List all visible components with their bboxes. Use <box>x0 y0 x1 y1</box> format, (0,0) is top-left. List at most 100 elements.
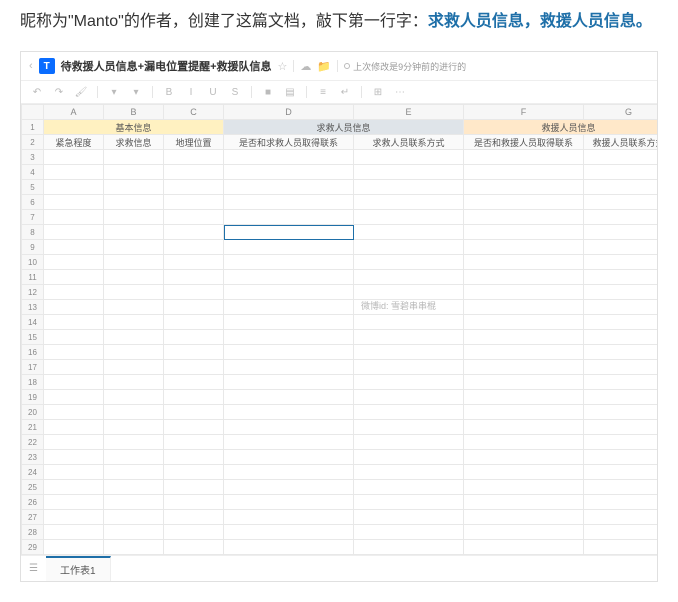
row-header[interactable]: 20 <box>22 405 44 420</box>
cell[interactable] <box>354 360 464 375</box>
cell[interactable] <box>164 285 224 300</box>
cell[interactable] <box>164 315 224 330</box>
chevron-left-icon[interactable]: ‹ <box>29 60 33 72</box>
cell[interactable] <box>584 495 658 510</box>
cell[interactable] <box>164 240 224 255</box>
cell[interactable] <box>464 510 584 525</box>
cell[interactable] <box>104 465 164 480</box>
more-button[interactable]: ⋯ <box>394 86 406 98</box>
cell-header[interactable]: 救援人员联系方式 <box>584 135 658 150</box>
col-header[interactable]: C <box>164 105 224 120</box>
cell[interactable] <box>224 360 354 375</box>
cell[interactable] <box>224 345 354 360</box>
redo-button[interactable]: ↷ <box>53 86 65 98</box>
row-header[interactable]: 25 <box>22 480 44 495</box>
row-header[interactable]: 14 <box>22 315 44 330</box>
cell[interactable] <box>104 525 164 540</box>
strike-button[interactable]: S <box>229 86 241 98</box>
cell[interactable] <box>164 210 224 225</box>
cell[interactable] <box>104 390 164 405</box>
cell[interactable] <box>104 255 164 270</box>
cell[interactable] <box>354 240 464 255</box>
cell[interactable] <box>464 180 584 195</box>
fill-color-button[interactable]: ■ <box>262 86 274 98</box>
cell[interactable] <box>464 375 584 390</box>
cell[interactable] <box>44 240 104 255</box>
cell[interactable] <box>224 270 354 285</box>
cell[interactable] <box>224 300 354 315</box>
cell[interactable] <box>584 270 658 285</box>
cell[interactable] <box>354 525 464 540</box>
cell[interactable] <box>44 285 104 300</box>
cell[interactable] <box>164 510 224 525</box>
row-header[interactable]: 27 <box>22 510 44 525</box>
cell[interactable] <box>584 225 658 240</box>
cell[interactable] <box>464 465 584 480</box>
cell[interactable] <box>44 375 104 390</box>
row-header[interactable]: 21 <box>22 420 44 435</box>
cell[interactable] <box>354 225 464 240</box>
star-icon[interactable]: ☆ <box>278 60 288 73</box>
cell[interactable] <box>584 375 658 390</box>
group-header-basic[interactable]: 基本信息 <box>44 120 224 135</box>
cell[interactable] <box>164 195 224 210</box>
cell[interactable] <box>464 525 584 540</box>
cell[interactable] <box>104 435 164 450</box>
col-header[interactable]: A <box>44 105 104 120</box>
cell[interactable] <box>584 435 658 450</box>
cell[interactable] <box>584 480 658 495</box>
row-header[interactable]: 29 <box>22 540 44 555</box>
cell[interactable] <box>354 495 464 510</box>
cell[interactable] <box>464 270 584 285</box>
row-header[interactable]: 5 <box>22 180 44 195</box>
row-header[interactable]: 8 <box>22 225 44 240</box>
cell[interactable] <box>44 150 104 165</box>
cell[interactable] <box>44 225 104 240</box>
cell[interactable] <box>584 420 658 435</box>
cell[interactable] <box>464 210 584 225</box>
cell[interactable] <box>224 390 354 405</box>
cell-header[interactable]: 地理位置 <box>164 135 224 150</box>
cell[interactable] <box>224 540 354 555</box>
cell[interactable] <box>584 195 658 210</box>
font-dropdown[interactable]: ▾ <box>108 86 120 98</box>
cell[interactable] <box>164 270 224 285</box>
cell[interactable] <box>464 540 584 555</box>
cell[interactable] <box>354 390 464 405</box>
row-header[interactable]: 16 <box>22 345 44 360</box>
cell[interactable] <box>164 465 224 480</box>
cell[interactable] <box>464 480 584 495</box>
cell[interactable] <box>354 465 464 480</box>
cell[interactable] <box>464 300 584 315</box>
row-header[interactable]: 17 <box>22 360 44 375</box>
col-header[interactable]: B <box>104 105 164 120</box>
row-header[interactable]: 1 <box>22 120 44 135</box>
cell[interactable] <box>44 165 104 180</box>
cell[interactable] <box>104 375 164 390</box>
cell[interactable] <box>44 195 104 210</box>
cell[interactable] <box>354 195 464 210</box>
cell[interactable] <box>44 450 104 465</box>
cell[interactable] <box>584 150 658 165</box>
cell[interactable] <box>464 315 584 330</box>
cell[interactable] <box>104 345 164 360</box>
cell[interactable] <box>104 240 164 255</box>
cell[interactable] <box>164 480 224 495</box>
cell[interactable] <box>104 165 164 180</box>
cell[interactable] <box>104 195 164 210</box>
cell[interactable] <box>464 240 584 255</box>
row-header[interactable]: 6 <box>22 195 44 210</box>
cell[interactable] <box>354 510 464 525</box>
borders-button[interactable]: ▤ <box>284 86 296 98</box>
cell[interactable] <box>164 420 224 435</box>
cell[interactable] <box>354 330 464 345</box>
cell[interactable] <box>44 495 104 510</box>
cell[interactable] <box>354 435 464 450</box>
row-header[interactable]: 19 <box>22 390 44 405</box>
cell[interactable] <box>464 345 584 360</box>
cell[interactable] <box>464 255 584 270</box>
cell[interactable] <box>164 375 224 390</box>
cell[interactable] <box>224 330 354 345</box>
cell[interactable] <box>44 315 104 330</box>
cell[interactable] <box>44 390 104 405</box>
